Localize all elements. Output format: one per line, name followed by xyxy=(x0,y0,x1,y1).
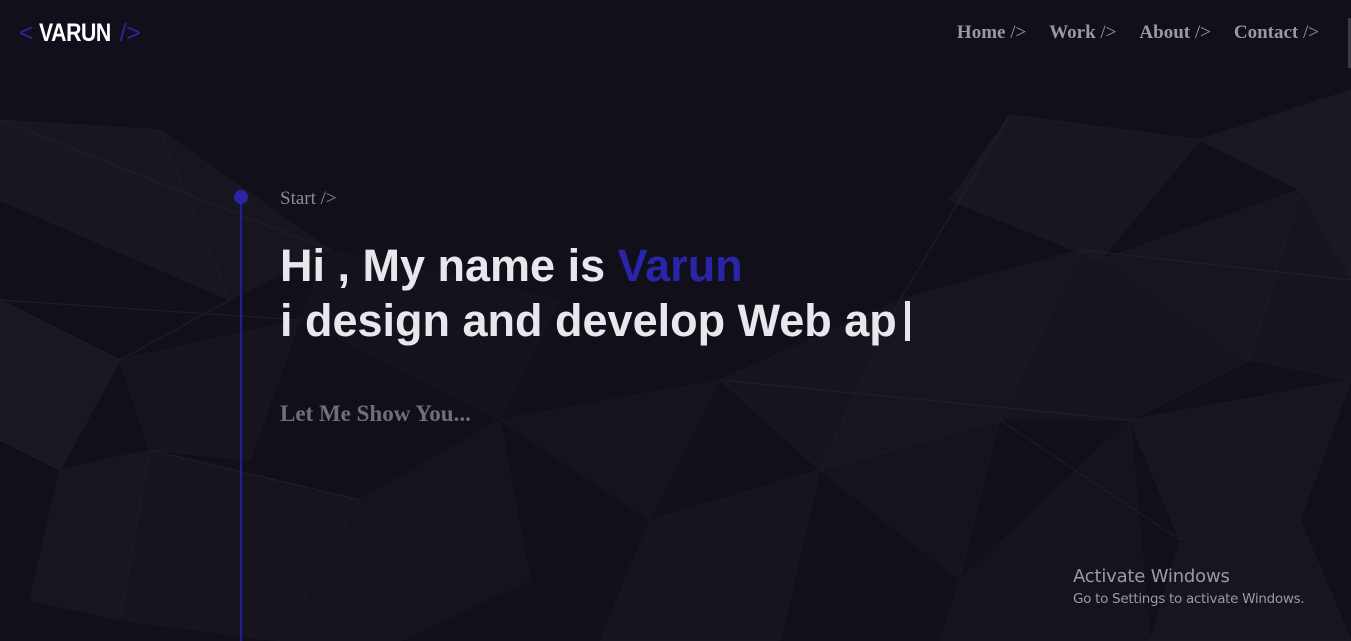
show-you-text: Let Me Show You... xyxy=(280,401,471,426)
activate-windows-title: Activate Windows xyxy=(1073,566,1230,587)
nav-work-suffix: /> xyxy=(1095,22,1117,43)
headline-line2: i design and develop Web ap xyxy=(280,295,897,346)
nav-contact-label: Contact xyxy=(1233,22,1299,43)
nav-work-label: Work xyxy=(1049,22,1096,43)
nav-about-label: About xyxy=(1139,22,1191,43)
headline-line1-prefix: Hi , My name is xyxy=(280,240,618,291)
nav-home-label: Home xyxy=(956,22,1006,43)
nav-about-link[interactable]: About /> xyxy=(1139,20,1210,46)
activate-windows-watermark: Activate Windows Go to Settings to activ… xyxy=(1073,566,1305,609)
timeline-line xyxy=(240,204,242,641)
nav-work-link[interactable]: Work /> xyxy=(1049,20,1116,46)
hero-headline: Hi , My name is Varun i design and devel… xyxy=(280,238,910,348)
nav-contact-suffix: /> xyxy=(1298,22,1319,43)
timeline-dot xyxy=(234,190,248,204)
start-label: Start /> xyxy=(280,188,337,209)
nav-about-suffix: /> xyxy=(1190,22,1211,43)
site-logo[interactable]: < VARUN /> xyxy=(19,17,141,49)
activate-windows-subtitle: Go to Settings to activate Windows. xyxy=(1073,591,1305,607)
nav-home-suffix: /> xyxy=(1005,22,1027,43)
nav-home-link[interactable]: Home /> xyxy=(957,20,1026,46)
nav-contact-link[interactable]: Contact /> xyxy=(1234,20,1319,46)
typing-cursor xyxy=(904,301,910,341)
logo-close-bracket: /> xyxy=(119,18,141,47)
headline-name: Varun xyxy=(617,240,743,291)
logo-open-bracket: < xyxy=(19,18,34,47)
logo-name: VARUN xyxy=(39,18,111,47)
main-nav: Home /> Work /> About /> Contact /> xyxy=(957,20,1319,46)
